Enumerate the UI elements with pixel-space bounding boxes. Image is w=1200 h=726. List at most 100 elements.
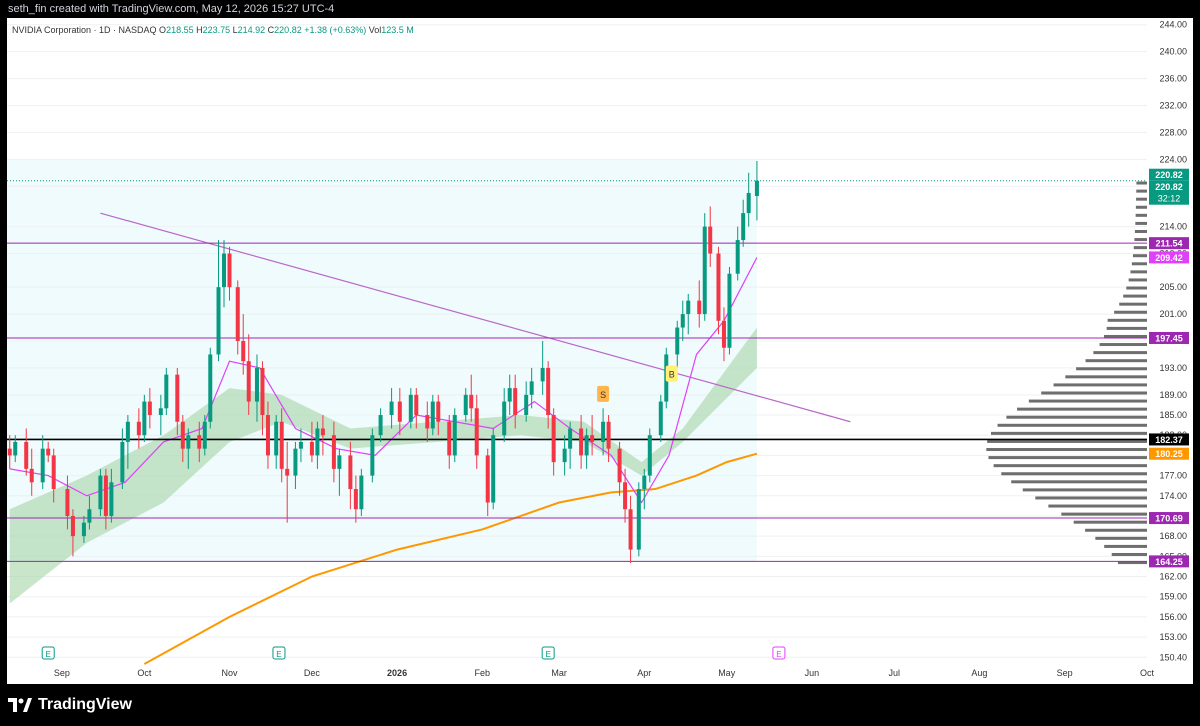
symbol-header-part: 223.75 — [203, 25, 233, 35]
candle-body — [7, 448, 12, 456]
x-tick-label: 2026 — [387, 668, 407, 678]
x-tick-label: Oct — [1140, 668, 1155, 678]
candle-body — [309, 441, 314, 456]
candle-body — [540, 367, 545, 382]
tradingview-logo-icon — [8, 698, 32, 712]
y-tick-label: 177.00 — [1159, 471, 1187, 481]
y-tick-label: 224.00 — [1159, 154, 1187, 164]
candle-body — [568, 428, 573, 449]
candle-body — [397, 401, 402, 422]
candle-body — [727, 273, 732, 348]
volume-profile-bar — [986, 448, 1147, 452]
candle-body — [142, 401, 147, 436]
candle-body — [524, 394, 529, 416]
candle-body — [741, 213, 746, 241]
y-tick-label: 244.00 — [1159, 20, 1187, 30]
volume-profile-bar — [1136, 189, 1147, 193]
y-tick-label: 232.00 — [1159, 100, 1187, 110]
candle-body — [216, 287, 221, 355]
candle-body — [513, 388, 518, 416]
volume-profile-bar — [1053, 383, 1147, 387]
candle-body — [474, 408, 479, 456]
x-tick-label: Jun — [805, 668, 820, 678]
earnings-label: E — [776, 650, 781, 659]
candle-body — [254, 367, 259, 402]
candle-body — [70, 515, 75, 537]
earnings-label: E — [46, 650, 51, 659]
volume-profile-bar — [1106, 326, 1147, 330]
candle-body — [579, 428, 584, 456]
candle-body — [222, 253, 227, 288]
candle-body — [348, 455, 353, 490]
symbol-header-part: NVIDIA Corporation · 1D · NASDAQ — [12, 25, 159, 35]
candle-body — [590, 435, 595, 442]
x-tick-label: Nov — [221, 668, 238, 678]
level-price-label: 211.54 — [1155, 239, 1182, 249]
candle-body — [274, 421, 279, 456]
candle-body — [298, 441, 303, 449]
y-tick-label: 153.00 — [1159, 632, 1187, 642]
tradingview-logo[interactable]: TradingView — [8, 694, 132, 716]
x-tick-label: Mar — [551, 668, 567, 678]
candle-body — [546, 367, 551, 416]
candle-body — [647, 435, 652, 476]
y-tick-label: 185.00 — [1159, 410, 1187, 420]
candle-body — [436, 401, 441, 422]
volume-profile-bar — [1123, 294, 1147, 298]
x-tick-label: May — [718, 668, 736, 678]
candle-body — [617, 448, 622, 483]
candle-body — [265, 415, 270, 456]
candle-body — [98, 475, 103, 510]
candle-body — [202, 421, 207, 449]
candle-body — [46, 448, 51, 456]
volume-profile-bar — [1001, 472, 1147, 476]
candle-body — [13, 441, 18, 456]
symbol-header-part: 220.82 — [274, 25, 304, 35]
bar-countdown-label: 32:12 — [1158, 194, 1181, 204]
candle-body — [29, 468, 34, 483]
volume-profile-bar — [1136, 181, 1147, 185]
volume-profile-bar — [1132, 254, 1147, 258]
candle-body — [562, 448, 567, 463]
y-tick-label: 150.40 — [1159, 652, 1187, 662]
signal-label: B — [669, 370, 675, 380]
volume-profile-bar — [991, 431, 1147, 435]
candle-body — [136, 421, 141, 436]
volume-profile-bar — [1028, 399, 1147, 403]
volume-profile-bar — [1073, 520, 1147, 524]
volume-profile-bar — [1130, 270, 1147, 274]
volume-profile-bar — [1035, 496, 1147, 500]
volume-profile-bar — [1119, 302, 1147, 306]
candle-body — [452, 415, 457, 456]
price-chart[interactable]: 150.40153.00156.00159.00162.00165.00168.… — [7, 18, 1193, 684]
volume-profile-bar — [1095, 536, 1147, 540]
candle-body — [293, 448, 298, 476]
volume-profile-bar — [1041, 391, 1147, 395]
candle-body — [279, 421, 284, 469]
y-tick-label: 189.00 — [1159, 390, 1187, 400]
tradingview-brand-text: TradingView — [38, 696, 132, 713]
volume-profile-bar — [1134, 229, 1147, 233]
earnings-label: E — [276, 650, 281, 659]
candle-body — [746, 192, 751, 214]
indicator-price-label: 209.42 — [1155, 253, 1183, 263]
candle-body — [158, 408, 163, 416]
volume-profile-bar — [1085, 359, 1147, 363]
volume-profile-bar — [1093, 351, 1147, 355]
symbol-header-part: Vol — [369, 25, 382, 35]
candle-body — [502, 401, 507, 436]
candle-body — [636, 489, 641, 550]
volume-profile-bar — [1136, 197, 1147, 201]
chart-panel[interactable]: 150.40153.00156.00159.00162.00165.00168.… — [7, 18, 1193, 684]
level-price-label: 170.69 — [1155, 514, 1183, 524]
candle-body — [109, 482, 114, 516]
x-tick-label: Feb — [474, 668, 490, 678]
x-tick-label: Sep — [1057, 668, 1073, 678]
candle-body — [87, 509, 92, 523]
candle-body — [658, 401, 663, 436]
candle-body — [584, 435, 589, 456]
candle-body — [623, 482, 628, 510]
volume-profile-bar — [1126, 286, 1147, 290]
volume-profile-bar — [1131, 262, 1147, 266]
screenshot-caption: seth_fin created with TradingView.com, M… — [0, 0, 1200, 18]
